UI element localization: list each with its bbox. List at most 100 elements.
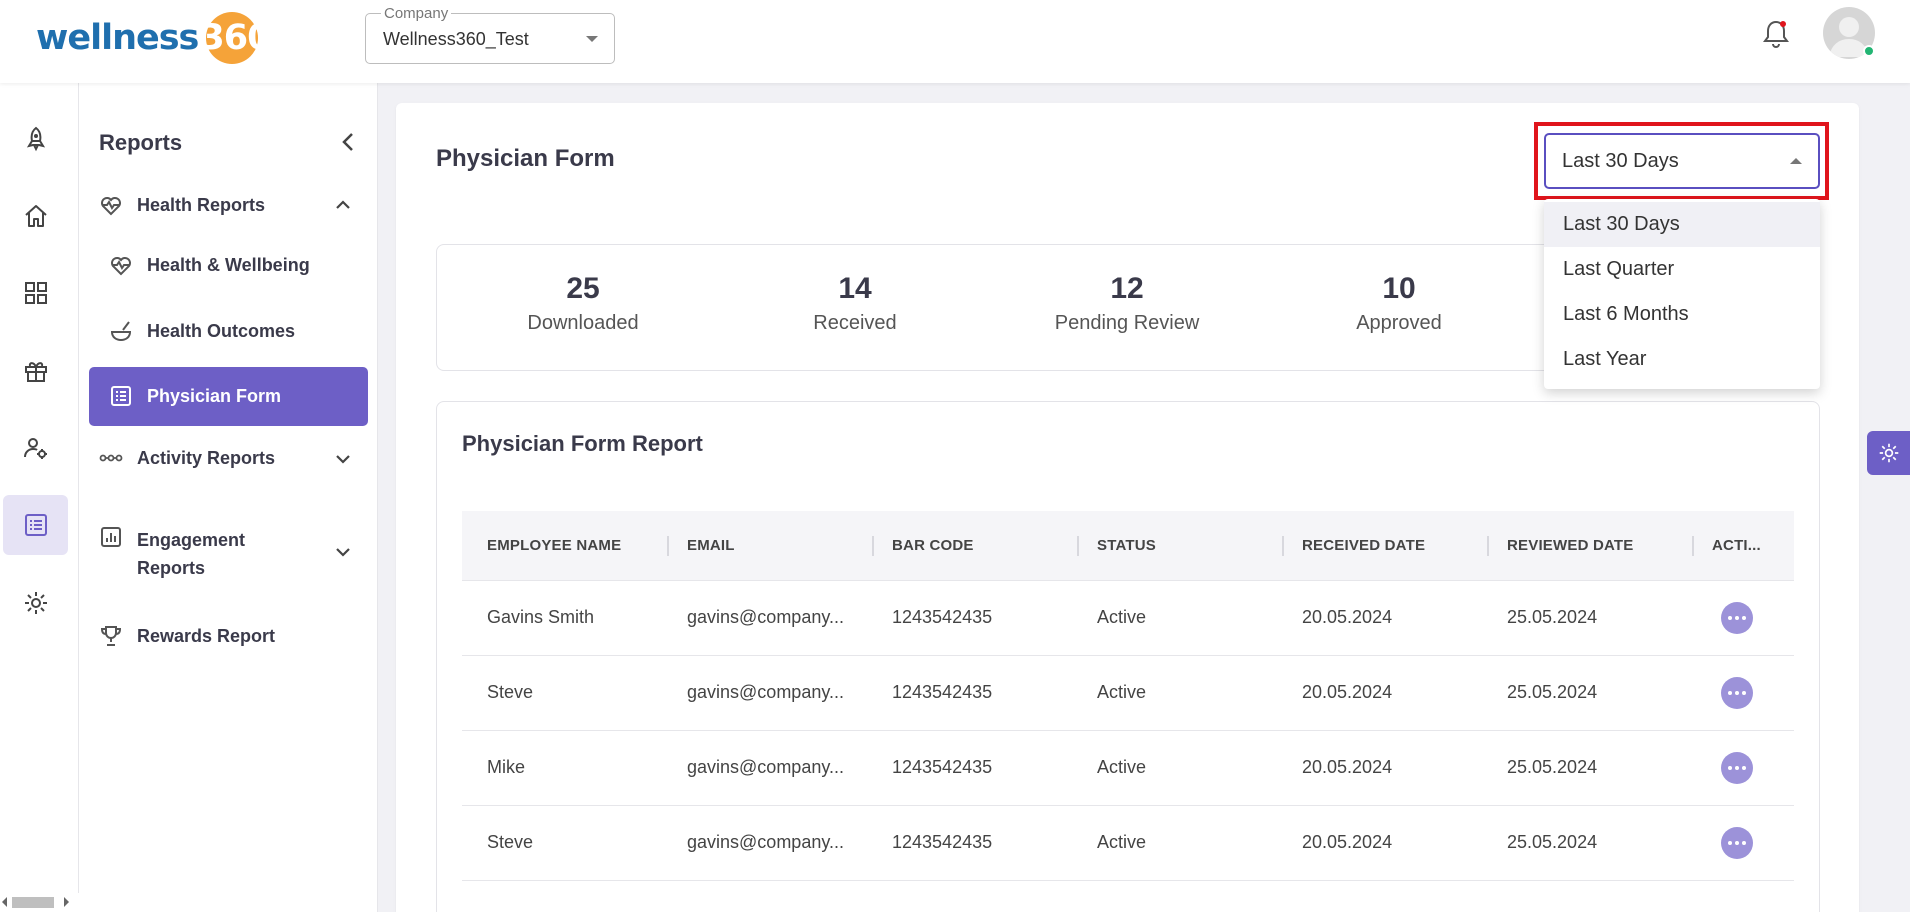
column-resize-handle[interactable] (1692, 536, 1694, 556)
column-resize-handle[interactable] (872, 536, 874, 556)
period-dropdown-menu: Last 30 Days Last Quarter Last 6 Months … (1544, 199, 1820, 389)
stat-label: Approved (1356, 312, 1442, 334)
cell-received-date: 20.05.2024 (1302, 757, 1393, 777)
company-value: Wellness360_Test (383, 29, 529, 49)
chevron-down-icon[interactable] (333, 449, 353, 469)
cell-received-date: 20.05.2024 (1302, 607, 1393, 627)
rail-item-launch[interactable] (3, 109, 68, 169)
chevron-left-icon[interactable] (336, 129, 362, 155)
gear-icon (24, 592, 47, 614)
sidebar-item-health-outcomes[interactable]: Health Outcomes (109, 319, 295, 343)
gear-icon (1879, 443, 1898, 463)
sidebar-item-physician-form-content[interactable]: Physician Form (109, 384, 281, 408)
company-select[interactable]: Company Wellness360_Test (365, 5, 615, 64)
period-select[interactable]: Last 30 Days (1544, 133, 1820, 189)
stat-label: Pending Review (1054, 312, 1200, 334)
sidebar-item-label: Activity Reports (137, 447, 276, 468)
sidebar-item-label: Health Outcomes (147, 320, 296, 341)
chevron-up-icon[interactable] (333, 195, 353, 215)
row-divider (462, 655, 1794, 656)
cell-received-date: 20.05.2024 (1302, 682, 1393, 702)
stat-label: Received (813, 312, 897, 334)
cell-reviewed-date: 25.05.2024 (1507, 682, 1598, 702)
sidebar-item-label: Health Reports (137, 194, 266, 215)
logo-number: 360 (200, 12, 271, 64)
row-divider (462, 805, 1794, 806)
cell-reviewed-date: 25.05.2024 (1507, 832, 1598, 852)
wellness360-logo[interactable]: wellness 360 (36, 12, 271, 64)
period-option-last-year[interactable]: Last Year (1544, 337, 1820, 382)
column-header-status[interactable]: STATUS (1097, 537, 1156, 554)
cell-reviewed-date: 25.05.2024 (1507, 757, 1598, 777)
sidebar-item-engagement-label[interactable]: Engagement Reports (137, 526, 245, 582)
chevron-up-icon (1790, 158, 1802, 164)
floating-settings-button[interactable] (1867, 431, 1910, 475)
heartbeat-icon (101, 197, 121, 216)
sidebar-item-health-wellbeing[interactable]: Health & Wellbeing (109, 253, 310, 277)
bar-chart-icon (101, 527, 121, 547)
column-resize-handle[interactable] (1077, 536, 1079, 556)
cell-bar-code: 1243542435 (892, 682, 993, 702)
home-icon (24, 205, 47, 227)
rail-item-users[interactable] (3, 418, 68, 478)
period-option-last-quarter[interactable]: Last Quarter (1544, 247, 1820, 292)
scroll-right-arrow-icon[interactable] (64, 897, 69, 907)
rail-item-rewards[interactable] (3, 341, 68, 401)
column-header-reviewed-date[interactable]: REVIEWED DATE (1507, 537, 1634, 554)
sidebar-item-engagement-reports[interactable] (99, 525, 137, 549)
scrollbar-thumb[interactable] (12, 897, 54, 908)
sidebar-item-activity-reports[interactable]: Activity Reports (99, 446, 275, 470)
column-header-actions[interactable]: ACTI... (1712, 537, 1761, 554)
cell-employee-name: Gavins Smith (487, 607, 595, 627)
stat-value: 12 (1110, 272, 1144, 305)
stat-received: 14 Received (735, 272, 975, 335)
cell-status: Active (1097, 757, 1147, 777)
period-option-last-30-days[interactable]: Last 30 Days (1544, 202, 1820, 247)
scroll-left-arrow-icon[interactable] (2, 897, 7, 907)
column-header-bar-code[interactable]: BAR CODE (892, 537, 974, 554)
column-resize-handle[interactable] (667, 536, 669, 556)
stat-approved: 10 Approved (1279, 272, 1519, 335)
bowl-icon (110, 321, 132, 342)
more-actions-button[interactable] (1721, 602, 1753, 634)
period-option-last-6-months[interactable]: Last 6 Months (1544, 292, 1820, 337)
sidebar-item-rewards-report[interactable]: Rewards Report (99, 624, 275, 648)
online-status-dot (1863, 45, 1875, 57)
rail-item-reports[interactable] (3, 495, 68, 555)
column-header-email[interactable]: EMAIL (687, 537, 735, 554)
column-header-employee-name[interactable]: EMPLOYEE NAME (487, 537, 621, 554)
rail-item-dashboard[interactable] (3, 263, 68, 323)
bell-icon[interactable] (1762, 18, 1790, 50)
list-icon (111, 386, 131, 406)
sidebar-item-label: Engagement (137, 530, 246, 550)
more-actions-button[interactable] (1721, 752, 1753, 784)
cell-status: Active (1097, 832, 1147, 852)
gift-icon (24, 362, 47, 382)
cell-status: Active (1097, 607, 1147, 627)
period-select-value: Last 30 Days (1562, 150, 1679, 172)
chevron-down-icon (586, 36, 598, 42)
sidebar-item-health-reports[interactable]: Health Reports (99, 193, 265, 217)
sidebar-item-label-line2: Reports (137, 558, 206, 578)
reports-submenu: Reports Health Reports Health & Wellbein… (79, 83, 378, 912)
column-header-received-date[interactable]: RECEIVED DATE (1302, 537, 1425, 554)
chevron-down-icon[interactable] (333, 542, 353, 562)
page-title: Physician Form (436, 145, 615, 172)
logo-text: wellness (36, 18, 199, 58)
cell-bar-code: 1243542435 (892, 832, 993, 852)
top-header: wellness 360 Company Wellness360_Test (0, 0, 1910, 83)
user-settings-icon (23, 438, 47, 459)
horizontal-scrollbar[interactable] (0, 893, 79, 912)
more-actions-button[interactable] (1721, 677, 1753, 709)
more-actions-button[interactable] (1721, 827, 1753, 859)
submenu-title: Reports (99, 130, 183, 155)
stat-downloaded: 25 Downloaded (463, 272, 703, 335)
cell-bar-code: 1243542435 (892, 757, 993, 777)
cell-status: Active (1097, 682, 1147, 702)
cell-email: gavins@company... (687, 757, 845, 777)
column-resize-handle[interactable] (1282, 536, 1284, 556)
column-resize-handle[interactable] (1487, 536, 1489, 556)
rail-item-settings[interactable] (3, 573, 68, 633)
rail-item-home[interactable] (3, 186, 68, 246)
cell-reviewed-date: 25.05.2024 (1507, 607, 1598, 627)
